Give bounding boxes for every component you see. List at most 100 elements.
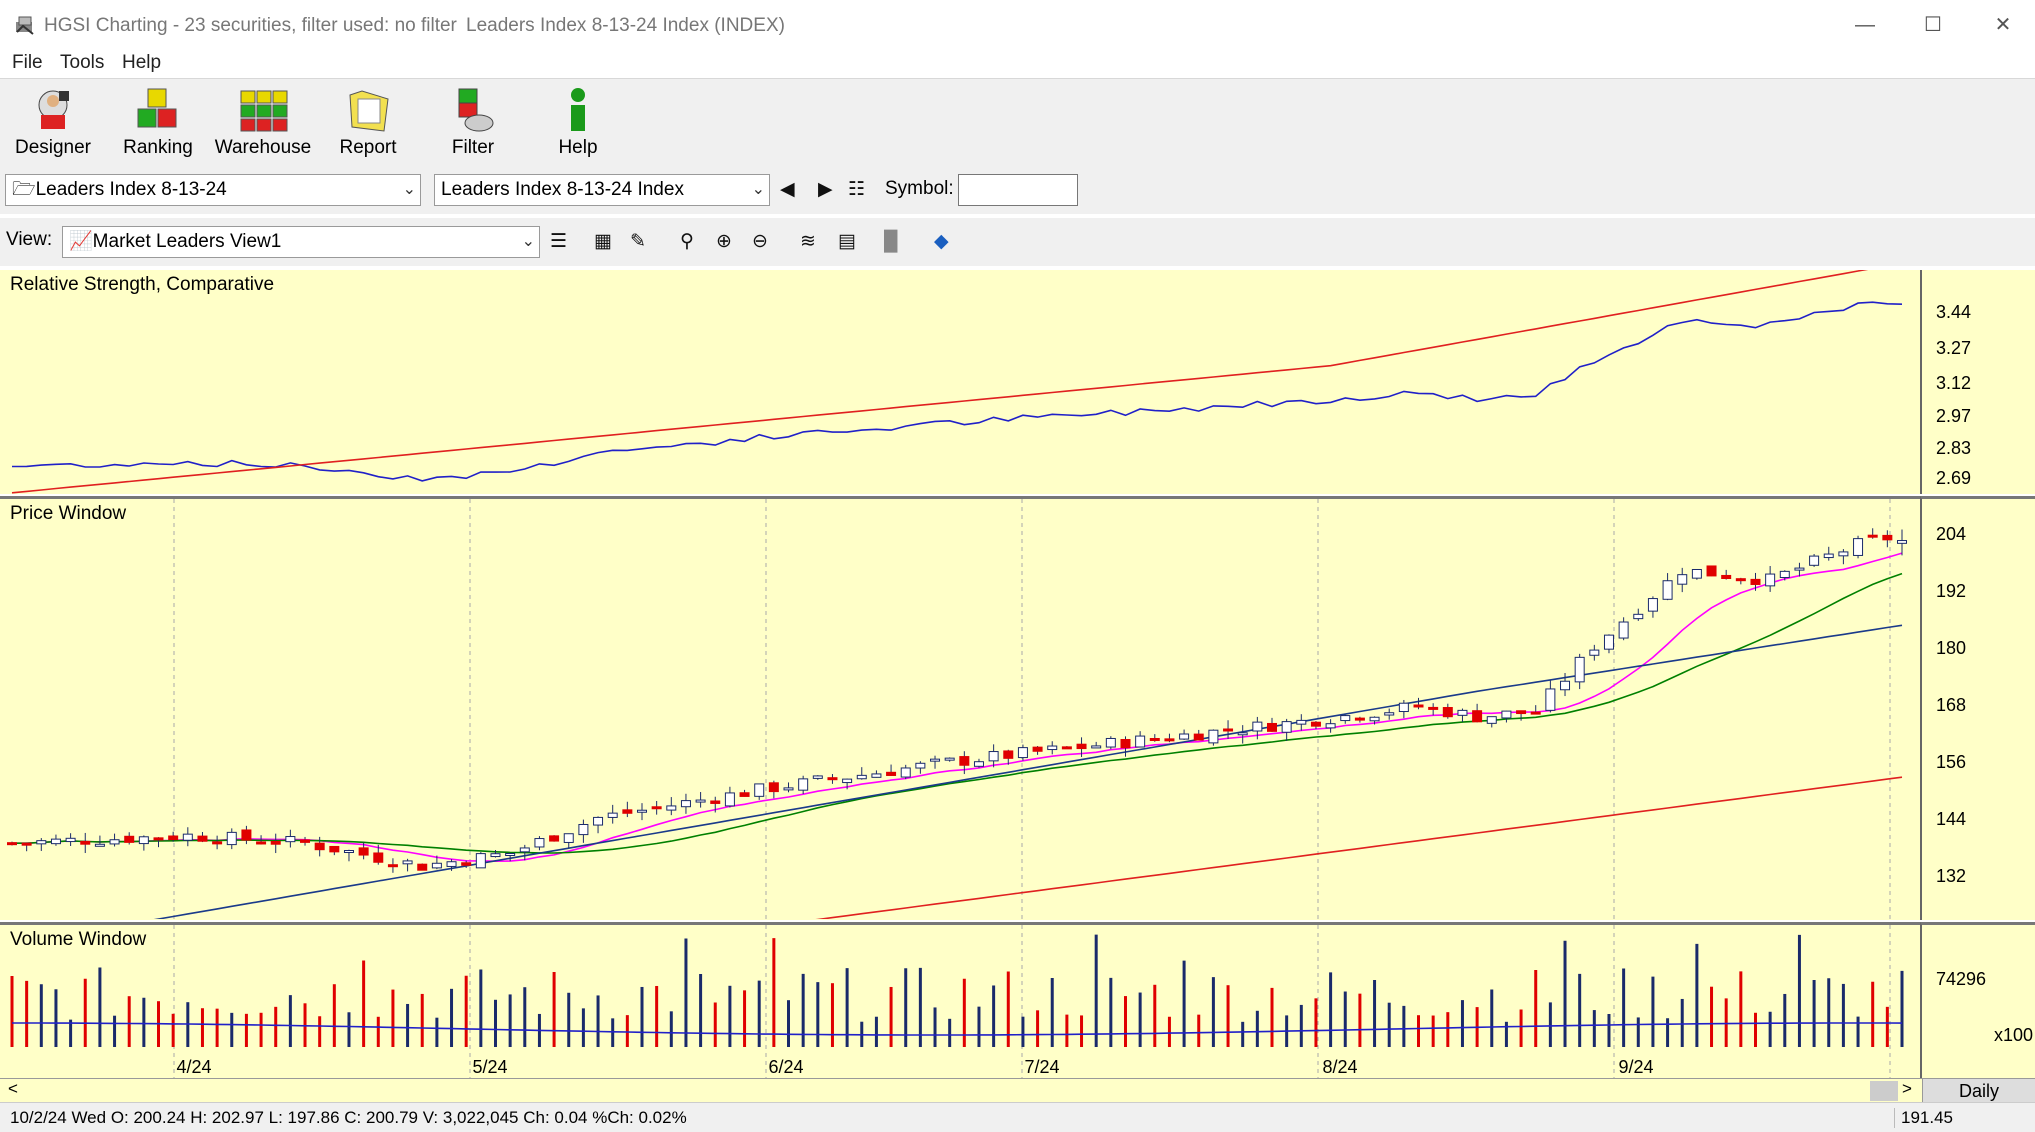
warehouse-button[interactable]: Warehouse: [213, 83, 313, 171]
view-combo[interactable]: 📈Market Leaders View1 ⌄: [62, 226, 540, 258]
candle: [1794, 567, 1805, 571]
candle: [1296, 719, 1307, 725]
candle: [1149, 738, 1160, 742]
candle: [1076, 743, 1087, 750]
filter-icon: [458, 88, 494, 132]
price-tick: 168: [1936, 695, 1967, 715]
binoculars-icon[interactable]: ☷: [848, 178, 865, 202]
bar-chart-icon[interactable]: █: [884, 230, 897, 254]
main-toolbar: Designer Ranking Warehouse Report Filter…: [0, 78, 2035, 174]
candle: [1105, 737, 1116, 748]
candle: [1882, 534, 1893, 541]
filter-button[interactable]: Filter: [423, 83, 523, 171]
period-button[interactable]: Daily: [1922, 1079, 2035, 1103]
quote-status: 10/2/24 Wed O: 200.24 H: 202.97 L: 197.8…: [10, 1108, 687, 1127]
zoom-icon[interactable]: ⚲: [680, 230, 694, 254]
candle: [578, 823, 589, 836]
candle: [329, 845, 340, 853]
price-tick: 144: [1936, 809, 1967, 829]
ma-slow-line: [153, 624, 1903, 919]
candle: [182, 833, 193, 841]
designer-button[interactable]: Designer: [3, 83, 103, 171]
candle: [1193, 733, 1204, 741]
minimize-icon[interactable]: —: [1850, 12, 1880, 38]
candle: [680, 800, 691, 808]
close-icon[interactable]: ✕: [1988, 12, 2018, 38]
candle: [534, 838, 545, 848]
security-combo[interactable]: Leaders Index 8-13-24 Index ⌄: [434, 174, 770, 206]
edit-icon[interactable]: ✎: [630, 230, 646, 254]
list-combo[interactable]: 🗁Leaders Index 8-13-24 ⌄: [5, 174, 421, 206]
scroll-right-icon[interactable]: >: [1902, 1079, 1912, 1099]
candle: [212, 841, 223, 845]
candle: [973, 761, 984, 767]
maximize-icon[interactable]: ☐: [1918, 12, 1948, 38]
candle: [739, 792, 750, 797]
export-icon[interactable]: ◆: [934, 230, 949, 254]
rs-axis: 3.44 3.27 3.12 2.97 2.83 2.69: [1920, 270, 2035, 494]
candle: [1574, 656, 1585, 683]
candle: [886, 771, 897, 776]
zoom-in-icon[interactable]: ⊕: [716, 230, 732, 254]
candle: [1413, 704, 1424, 708]
help-icon: [571, 88, 585, 131]
candle: [1032, 746, 1043, 752]
menu-file[interactable]: File: [12, 52, 43, 74]
menu-tools[interactable]: Tools: [60, 52, 104, 74]
candle: [241, 829, 252, 841]
volume-panel: Volume Window 4/24 5/24 6/24 7/24 8/24 9/24: [0, 922, 1920, 1078]
candle: [1340, 715, 1351, 722]
candle: [270, 840, 281, 845]
candle: [1223, 728, 1234, 732]
table-icon[interactable]: ▤: [838, 230, 856, 254]
date-tick: 6/24: [768, 1057, 803, 1077]
candle: [1867, 534, 1878, 538]
price-tick: 132: [1936, 866, 1967, 886]
chevron-down-icon: ⌄: [521, 233, 535, 250]
previous-arrow-icon[interactable]: ◀: [780, 178, 795, 202]
menu-help[interactable]: Help: [122, 52, 161, 74]
status-bar: 10/2/24 Wed O: 200.24 H: 202.97 L: 197.8…: [0, 1102, 2035, 1132]
properties-icon[interactable]: ▦: [594, 230, 612, 254]
candle: [1017, 747, 1028, 759]
ma-long-line: [815, 776, 1903, 919]
candle: [1750, 578, 1761, 585]
date-tick: 7/24: [1024, 1057, 1059, 1077]
candle: [1457, 709, 1468, 716]
candle: [475, 853, 486, 869]
zoom-out-icon[interactable]: ⊖: [752, 230, 768, 254]
candle: [197, 835, 208, 842]
candle: [812, 775, 823, 779]
horizontal-scrollbar[interactable]: < > Daily: [0, 1078, 2035, 1103]
chart-view-icon: 📈: [69, 231, 93, 252]
candle: [1560, 680, 1571, 691]
candle: [1618, 621, 1629, 639]
view-label: View:: [6, 229, 53, 250]
candle: [1472, 710, 1483, 723]
symbol-input[interactable]: [958, 174, 1078, 206]
candle: [1823, 553, 1834, 559]
candle: [256, 841, 267, 845]
candle: [1516, 710, 1527, 715]
candle: [1530, 711, 1541, 715]
candle: [1325, 723, 1336, 729]
candle: [50, 838, 61, 845]
candle: [36, 840, 47, 845]
ranking-button[interactable]: Ranking: [108, 83, 208, 171]
candle: [7, 842, 17, 846]
indicator-icon[interactable]: ≋: [800, 230, 816, 254]
rs-tick: 2.83: [1936, 438, 1972, 458]
scroll-left-icon[interactable]: <: [8, 1079, 18, 1099]
candle: [871, 773, 882, 778]
help-button[interactable]: Help: [528, 83, 628, 171]
candle: [1633, 613, 1644, 620]
candle: [549, 835, 560, 842]
next-arrow-icon[interactable]: ▶: [818, 178, 833, 202]
chevron-down-icon: ⌄: [751, 181, 765, 198]
scroll-thumb[interactable]: [1870, 1081, 1898, 1101]
candle: [373, 852, 384, 863]
candle: [930, 758, 941, 762]
candle: [622, 809, 633, 814]
report-button[interactable]: Report: [318, 83, 418, 171]
view-edit-icon[interactable]: ☰: [550, 230, 567, 254]
